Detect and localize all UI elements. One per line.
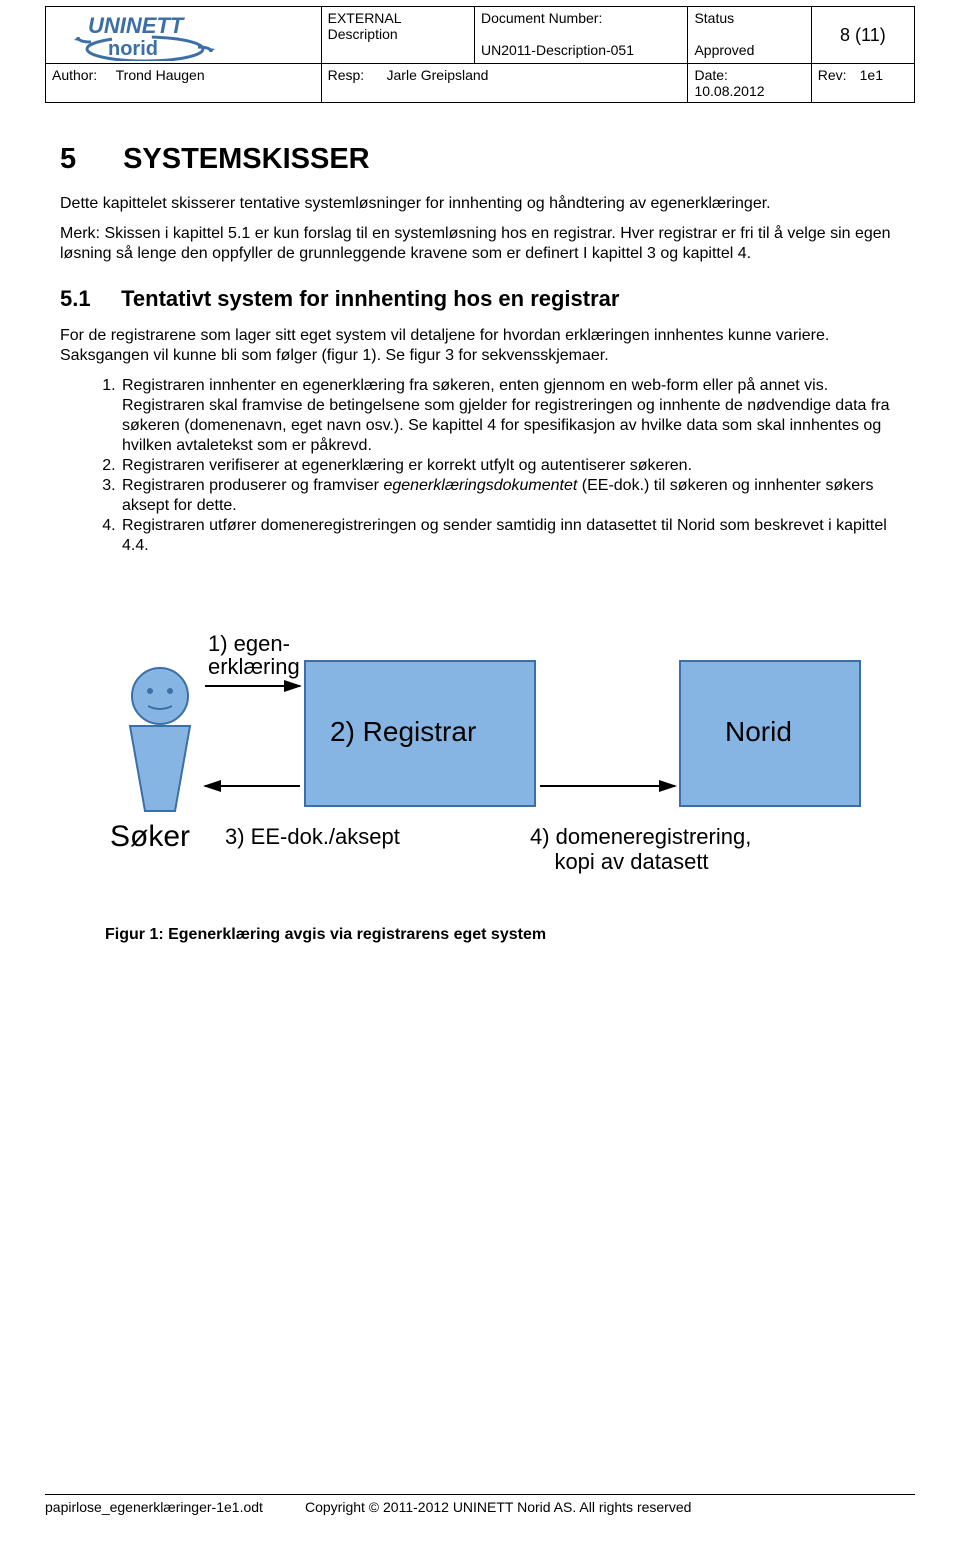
doc-number-cell: Document Number: UN2011-Description-051	[474, 7, 687, 64]
author-cell: Author: Trond Haugen	[46, 64, 322, 103]
doc-number: UN2011-Description-051	[481, 42, 634, 58]
status-label: Status	[694, 10, 734, 26]
svg-text:1) egen-: 1) egen-	[208, 631, 290, 656]
doc-type-2: Description	[328, 26, 398, 42]
resp-cell: Resp: Jarle Greipsland	[321, 64, 688, 103]
svg-text:erklæring: erklæring	[208, 654, 300, 679]
figure-caption: Figur 1: Egenerklæring avgis via registr…	[105, 926, 900, 944]
uninett-norid-logo: UNINETT norid	[48, 9, 308, 61]
figure-1-diagram: 1) egen- erklæring 2) Registrar Norid Sø…	[100, 616, 880, 916]
resp-label: Resp:	[328, 67, 383, 83]
subsection-title: Tentativt system for innhenting hos en r…	[121, 286, 619, 311]
svg-text:4) domeneregistrering,: 4) domeneregistrering,	[530, 824, 751, 849]
section-heading: 5 SYSTEMSKISSER	[60, 143, 900, 176]
document-header: UNINETT norid EXTERNAL Description Docum…	[45, 6, 915, 103]
doc-type-cell: EXTERNAL Description	[321, 7, 474, 64]
registrar-box-label: 2) Registrar	[330, 716, 476, 747]
rev-cell: Rev: 1e1	[811, 64, 914, 103]
intro-paragraph-2: Merk: Skissen i kapittel 5.1 er kun fors…	[60, 224, 900, 264]
doc-type-1: EXTERNAL	[328, 10, 402, 26]
status-cell: Status Approved	[688, 7, 811, 64]
section-number: 5	[60, 143, 115, 176]
intro-paragraph-1: Dette kapittelet skisserer tentative sys…	[60, 194, 900, 214]
step-4: Registraren utfører domeneregistreringen…	[120, 516, 900, 556]
rev-value: 1e1	[860, 67, 883, 83]
date-value: 10.08.2012	[694, 83, 764, 99]
step-3-text-a: Registraren produserer og framviser	[122, 477, 383, 494]
rev-label: Rev:	[818, 67, 856, 83]
page-footer: papirlose_egenerklæringer-1e1.odt Copyri…	[45, 1494, 915, 1515]
step-2: Registraren verifiserer at egenerklæring…	[120, 456, 900, 476]
norid-box-label: Norid	[725, 716, 792, 747]
doc-number-label: Document Number:	[481, 10, 602, 26]
footer-file: papirlose_egenerklæringer-1e1.odt	[45, 1499, 305, 1515]
footer-copyright: Copyright © 2011-2012 UNINETT Norid AS. …	[305, 1499, 915, 1515]
date-cell: Date: 10.08.2012	[688, 64, 811, 103]
svg-text:3) EE-dok./aksept: 3) EE-dok./aksept	[225, 824, 400, 849]
svg-text:UNINETT: UNINETT	[88, 13, 185, 38]
step-1: Registraren innhenter en egenerklæring f…	[120, 376, 900, 456]
status-value: Approved	[694, 42, 754, 58]
subsection-number: 5.1	[60, 286, 115, 312]
section-title: SYSTEMSKISSER	[123, 143, 370, 175]
svg-text:kopi av datasett: kopi av datasett	[530, 849, 709, 874]
page-number: 8 (11)	[811, 7, 914, 64]
step-1-text: Registraren innhenter en egenerklæring f…	[122, 377, 890, 454]
subsection-paragraph: For de registrarene som lager sitt eget …	[60, 326, 900, 366]
author-label: Author:	[52, 67, 112, 83]
resp-value: Jarle Greipsland	[387, 67, 489, 83]
svg-text:Søker: Søker	[110, 820, 190, 853]
svg-text:norid: norid	[108, 38, 158, 60]
logo-cell: UNINETT norid	[46, 7, 322, 64]
subsection-heading: 5.1 Tentativt system for innhenting hos …	[60, 286, 900, 312]
step-3-em: egenerklæringsdokumentet	[383, 477, 577, 494]
step-3: Registraren produserer og framviser egen…	[120, 476, 900, 516]
date-label: Date:	[694, 67, 736, 83]
author-value: Trond Haugen	[116, 67, 205, 83]
step-list: Registraren innhenter en egenerklæring f…	[60, 376, 900, 556]
